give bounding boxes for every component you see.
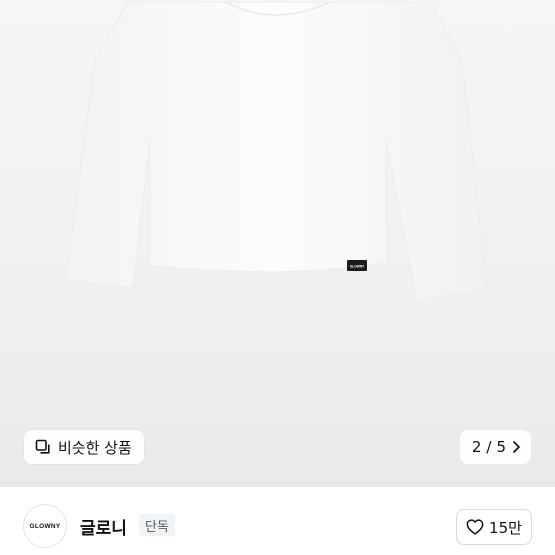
garment-shape [65,1,488,301]
exclusive-badge: 단독 [139,514,175,536]
exclusive-badge-label: 단독 [145,519,169,535]
heart-icon [466,519,484,535]
image-pager[interactable]: 2 / 5 [459,430,531,464]
shop-name[interactable]: 글로니 [80,514,127,539]
pager-current: 2 [471,438,482,456]
product-image-area[interactable]: GLOWNY 비슷한 상품 2 / 5 [0,0,555,487]
similar-items-icon [35,439,50,454]
shop-avatar[interactable]: GLOWNY [23,504,67,548]
similar-products-button[interactable]: 비슷한 상품 [24,430,144,464]
like-count: 15만 [489,518,522,537]
chevron-right-icon [513,441,520,453]
like-button[interactable]: 15만 [456,509,532,545]
similar-products-label: 비슷한 상품 [58,438,132,457]
pager-total: 5 [496,438,506,456]
product-image: GLOWNY [65,1,488,301]
pager-separator: / [486,438,492,456]
garment-label-text: GLOWNY [350,265,365,269]
shop-logo-text: GLOWNY [29,522,61,530]
